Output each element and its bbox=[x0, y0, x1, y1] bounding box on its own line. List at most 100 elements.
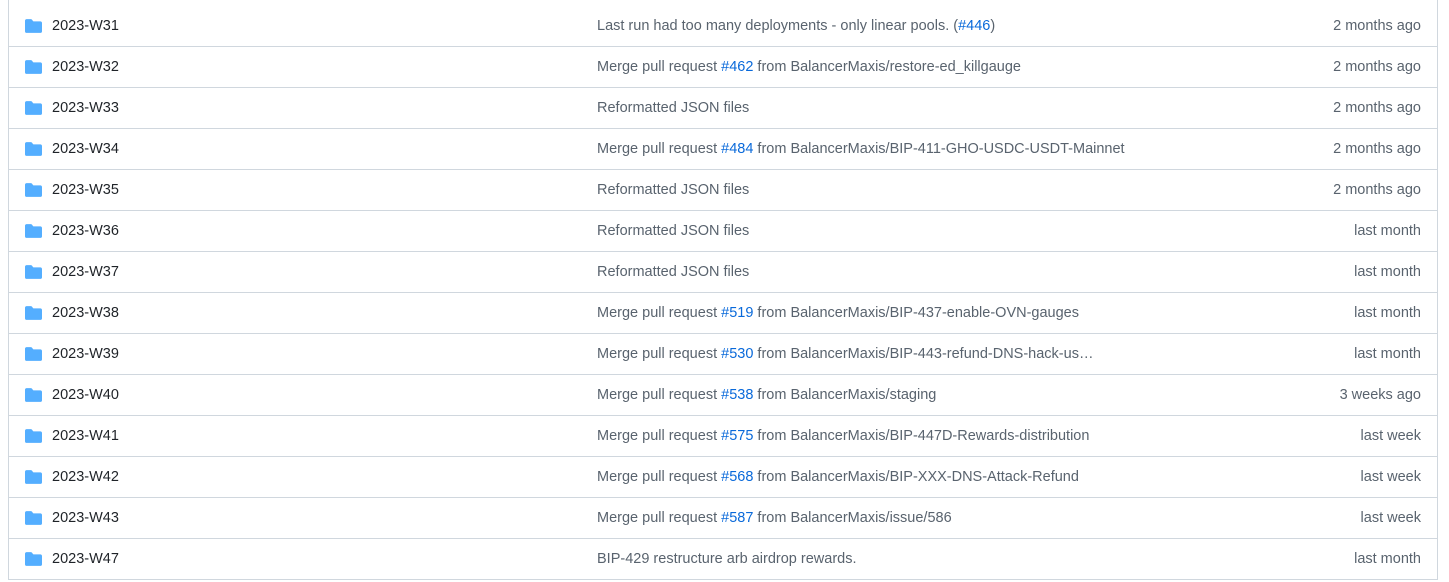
commit-message[interactable]: Merge pull request #587 from BalancerMax… bbox=[597, 510, 952, 526]
folder-icon bbox=[25, 142, 42, 156]
commit-message[interactable]: Reformatted JSON files bbox=[597, 264, 749, 280]
commit-age: last month bbox=[1354, 305, 1421, 321]
file-row[interactable]: 2023-W42 Merge pull request #568 from Bal… bbox=[9, 457, 1437, 498]
pull-request-link[interactable]: #462 bbox=[721, 59, 753, 75]
file-row[interactable]: 2023-W32 Merge pull request #462 from Bal… bbox=[9, 47, 1437, 88]
commit-age: 2 months ago bbox=[1333, 141, 1421, 157]
pull-request-link[interactable]: #538 bbox=[721, 387, 753, 403]
file-row[interactable]: 2023-W36 Reformatted JSON files last month bbox=[9, 211, 1437, 252]
folder-name-link[interactable]: 2023-W32 bbox=[52, 59, 119, 75]
commit-age: last month bbox=[1354, 346, 1421, 362]
folder-icon bbox=[25, 388, 42, 402]
pull-request-link[interactable]: #519 bbox=[721, 305, 753, 321]
commit-message-suffix[interactable]: from BalancerMaxis/BIP-411-GHO-USDC-USDT… bbox=[753, 141, 1124, 157]
folder-icon bbox=[25, 306, 42, 320]
pull-request-link[interactable]: #587 bbox=[721, 510, 753, 526]
commit-age: 2 months ago bbox=[1333, 59, 1421, 75]
file-row[interactable]: 2023-W37 Reformatted JSON files last month bbox=[9, 252, 1437, 293]
commit-message[interactable]: Merge pull request #538 from BalancerMax… bbox=[597, 387, 936, 403]
file-row[interactable]: 2023-W34 Merge pull request #484 from Bal… bbox=[9, 129, 1437, 170]
commit-message-prefix[interactable]: Merge pull request bbox=[597, 346, 721, 362]
commit-message-prefix[interactable]: Merge pull request bbox=[597, 510, 721, 526]
commit-message-suffix[interactable]: from BalancerMaxis/restore-ed_killgauge bbox=[753, 59, 1021, 75]
pull-request-link[interactable]: #575 bbox=[721, 428, 753, 444]
file-table: 2023-W31 Last run had too many deployment… bbox=[8, 0, 1438, 580]
pull-request-link[interactable]: #568 bbox=[721, 469, 753, 485]
folder-name-link[interactable]: 2023-W43 bbox=[52, 510, 119, 526]
folder-name-link[interactable]: 2023-W35 bbox=[52, 182, 119, 198]
folder-name-link[interactable]: 2023-W31 bbox=[52, 18, 119, 34]
commit-message[interactable]: Merge pull request #568 from BalancerMax… bbox=[597, 469, 1079, 485]
commit-age: last month bbox=[1354, 223, 1421, 239]
commit-age: last week bbox=[1360, 428, 1421, 444]
commit-age: last month bbox=[1354, 551, 1421, 567]
commit-message[interactable]: Merge pull request #530 from BalancerMax… bbox=[597, 346, 1093, 362]
folder-icon bbox=[25, 552, 42, 566]
commit-message-prefix[interactable]: Merge pull request bbox=[597, 387, 721, 403]
commit-message-suffix[interactable]: ) bbox=[990, 18, 995, 34]
folder-name-link[interactable]: 2023-W38 bbox=[52, 305, 119, 321]
commit-message[interactable]: Merge pull request #484 from BalancerMax… bbox=[597, 141, 1125, 157]
folder-name-link[interactable]: 2023-W37 bbox=[52, 264, 119, 280]
commit-message[interactable]: Merge pull request #462 from BalancerMax… bbox=[597, 59, 1021, 75]
folder-icon bbox=[25, 18, 42, 33]
commit-age: 2 months ago bbox=[1333, 17, 1421, 34]
folder-name-link[interactable]: 2023-W36 bbox=[52, 223, 119, 239]
commit-message-prefix[interactable]: Merge pull request bbox=[597, 428, 721, 444]
commit-message-prefix[interactable]: Last run had too many deployments - only… bbox=[597, 18, 958, 34]
commit-message-prefix[interactable]: Merge pull request bbox=[597, 59, 721, 75]
commit-message[interactable]: Reformatted JSON files bbox=[597, 182, 749, 198]
commit-message-prefix[interactable]: Reformatted JSON files bbox=[597, 264, 749, 280]
file-row[interactable]: 2023-W38 Merge pull request #519 from Bal… bbox=[9, 293, 1437, 334]
file-row[interactable]: 2023-W31 Last run had too many deployment… bbox=[9, 0, 1437, 47]
folder-icon bbox=[25, 511, 42, 525]
commit-message-prefix[interactable]: BIP-429 restructure arb airdrop rewards. bbox=[597, 551, 857, 567]
commit-message[interactable]: Reformatted JSON files bbox=[597, 223, 749, 239]
commit-message-suffix[interactable]: from BalancerMaxis/staging bbox=[753, 387, 936, 403]
commit-message-suffix[interactable]: from BalancerMaxis/BIP-437-enable-OVN-ga… bbox=[753, 305, 1079, 321]
file-row[interactable]: 2023-W41 Merge pull request #575 from Bal… bbox=[9, 416, 1437, 457]
folder-name-link[interactable]: 2023-W34 bbox=[52, 141, 119, 157]
commit-age: 2 months ago bbox=[1333, 100, 1421, 116]
commit-age: last week bbox=[1360, 510, 1421, 526]
file-row[interactable]: 2023-W33 Reformatted JSON files 2 months a… bbox=[9, 88, 1437, 129]
commit-message-suffix[interactable]: from BalancerMaxis/BIP-447D-Rewards-dist… bbox=[753, 428, 1089, 444]
commit-age: 3 weeks ago bbox=[1339, 387, 1421, 403]
commit-message-prefix[interactable]: Reformatted JSON files bbox=[597, 223, 749, 239]
folder-icon bbox=[25, 470, 42, 484]
folder-name-link[interactable]: 2023-W39 bbox=[52, 346, 119, 362]
commit-message-prefix[interactable]: Merge pull request bbox=[597, 469, 721, 485]
file-row[interactable]: 2023-W47 BIP-429 restructure arb airdrop … bbox=[9, 539, 1437, 580]
commit-age: 2 months ago bbox=[1333, 182, 1421, 198]
folder-name-link[interactable]: 2023-W33 bbox=[52, 100, 119, 116]
commit-age: last week bbox=[1360, 469, 1421, 485]
folder-icon bbox=[25, 183, 42, 197]
folder-name-link[interactable]: 2023-W47 bbox=[52, 551, 119, 567]
folder-name-link[interactable]: 2023-W41 bbox=[52, 428, 119, 444]
folder-name-link[interactable]: 2023-W42 bbox=[52, 469, 119, 485]
pull-request-link[interactable]: #446 bbox=[958, 18, 990, 34]
commit-message[interactable]: BIP-429 restructure arb airdrop rewards. bbox=[597, 551, 857, 567]
file-row[interactable]: 2023-W35 Reformatted JSON files 2 months a… bbox=[9, 170, 1437, 211]
commit-message-prefix[interactable]: Merge pull request bbox=[597, 305, 721, 321]
file-row[interactable]: 2023-W39 Merge pull request #530 from Bal… bbox=[9, 334, 1437, 375]
commit-message[interactable]: Merge pull request #519 from BalancerMax… bbox=[597, 305, 1079, 321]
commit-age: last month bbox=[1354, 264, 1421, 280]
file-row[interactable]: 2023-W40 Merge pull request #538 from Bal… bbox=[9, 375, 1437, 416]
commit-message[interactable]: Reformatted JSON files bbox=[597, 100, 749, 116]
commit-message-prefix[interactable]: Reformatted JSON files bbox=[597, 182, 749, 198]
commit-message[interactable]: Merge pull request #575 from BalancerMax… bbox=[597, 428, 1089, 444]
file-row[interactable]: 2023-W43 Merge pull request #587 from Bal… bbox=[9, 498, 1437, 539]
folder-icon bbox=[25, 101, 42, 115]
commit-message-prefix[interactable]: Merge pull request bbox=[597, 141, 721, 157]
folder-icon bbox=[25, 224, 42, 238]
commit-message-suffix[interactable]: from BalancerMaxis/BIP-443-refund-DNS-ha… bbox=[753, 346, 1093, 362]
folder-icon bbox=[25, 347, 42, 361]
pull-request-link[interactable]: #530 bbox=[721, 346, 753, 362]
commit-message-suffix[interactable]: from BalancerMaxis/BIP-XXX-DNS-Attack-Re… bbox=[753, 469, 1079, 485]
commit-message[interactable]: Last run had too many deployments - only… bbox=[597, 18, 995, 34]
commit-message-suffix[interactable]: from BalancerMaxis/issue/586 bbox=[753, 510, 951, 526]
folder-name-link[interactable]: 2023-W40 bbox=[52, 387, 119, 403]
commit-message-prefix[interactable]: Reformatted JSON files bbox=[597, 100, 749, 116]
pull-request-link[interactable]: #484 bbox=[721, 141, 753, 157]
